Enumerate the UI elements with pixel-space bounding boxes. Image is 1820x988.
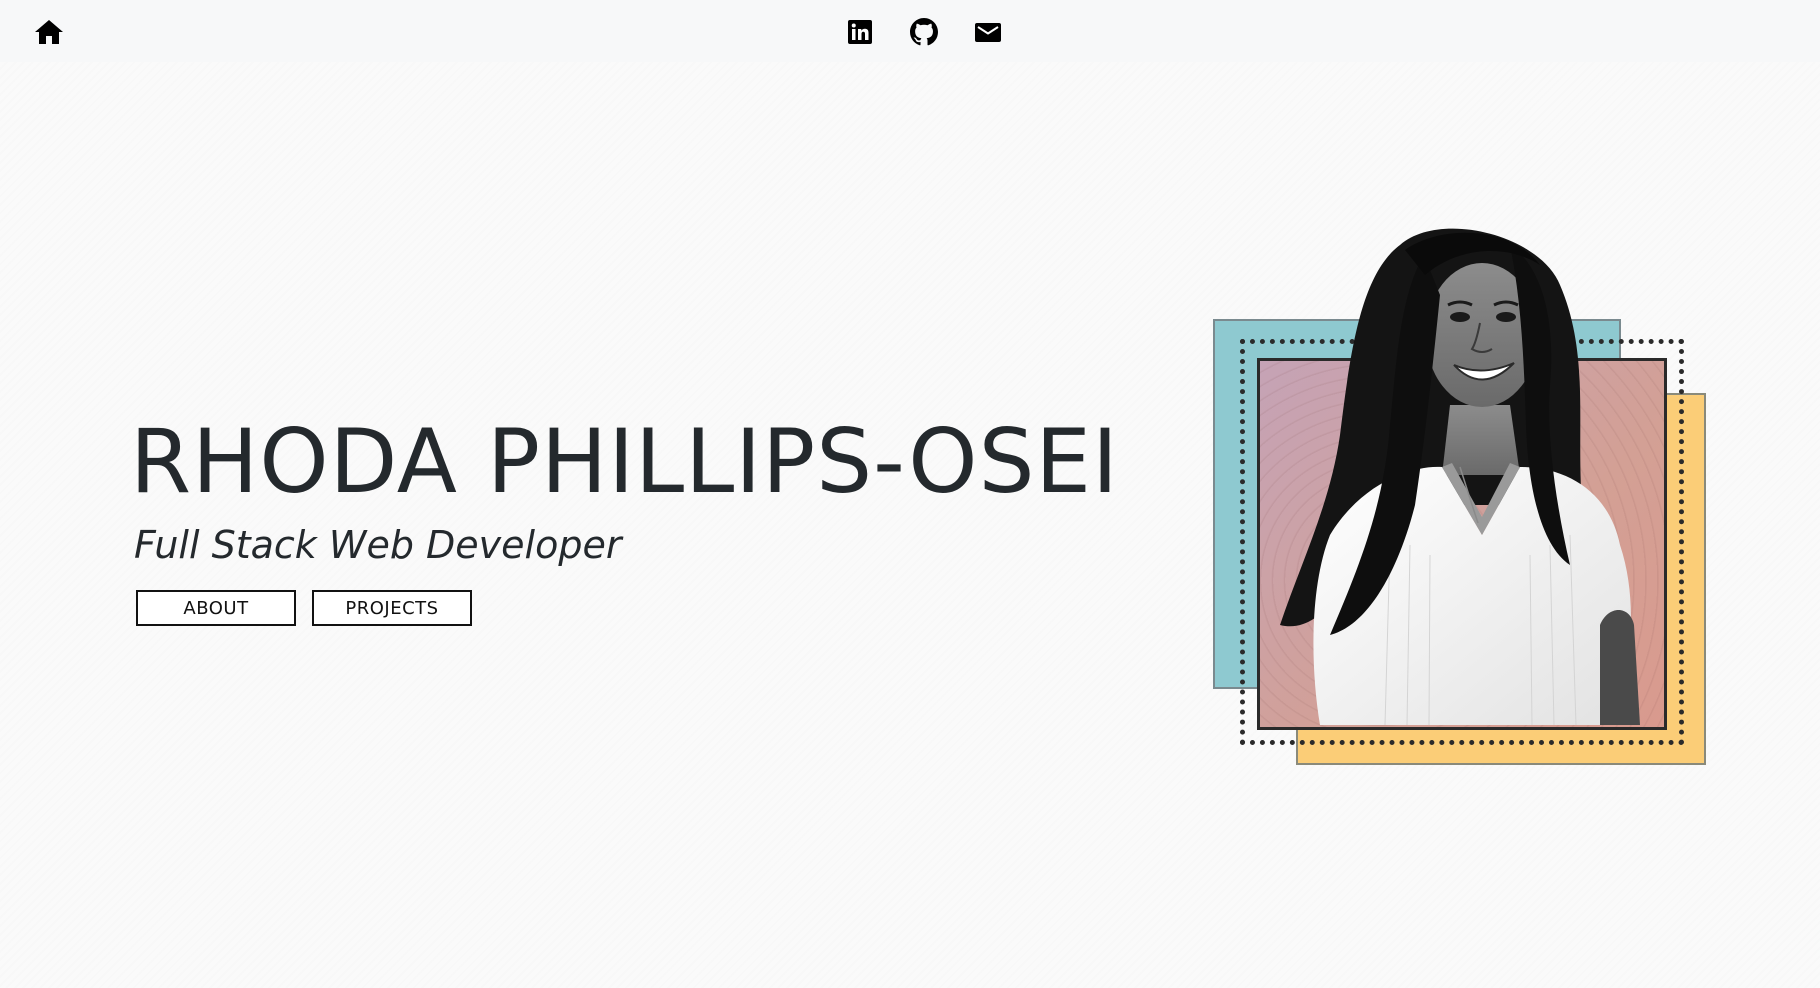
social-links — [846, 18, 1002, 46]
mail-icon — [975, 23, 1001, 42]
portrait-graphic — [1210, 205, 1710, 775]
github-link[interactable] — [910, 18, 938, 46]
top-navigation-bar — [0, 0, 1820, 62]
hero-name: RHODA PHILLIPS-OSEI — [130, 410, 1119, 513]
home-icon — [35, 20, 63, 44]
portrait-illustration — [1280, 228, 1640, 725]
home-link[interactable] — [34, 18, 64, 46]
hero-title: Full Stack Web Developer — [134, 523, 622, 567]
email-link[interactable] — [974, 18, 1002, 46]
about-button[interactable]: ABOUT — [136, 590, 296, 626]
projects-button[interactable]: PROJECTS — [312, 590, 472, 626]
linkedin-icon — [848, 20, 872, 44]
linkedin-link[interactable] — [846, 18, 874, 46]
github-icon — [910, 18, 938, 46]
page: RHODA PHILLIPS-OSEI Full Stack Web Devel… — [0, 0, 1820, 988]
